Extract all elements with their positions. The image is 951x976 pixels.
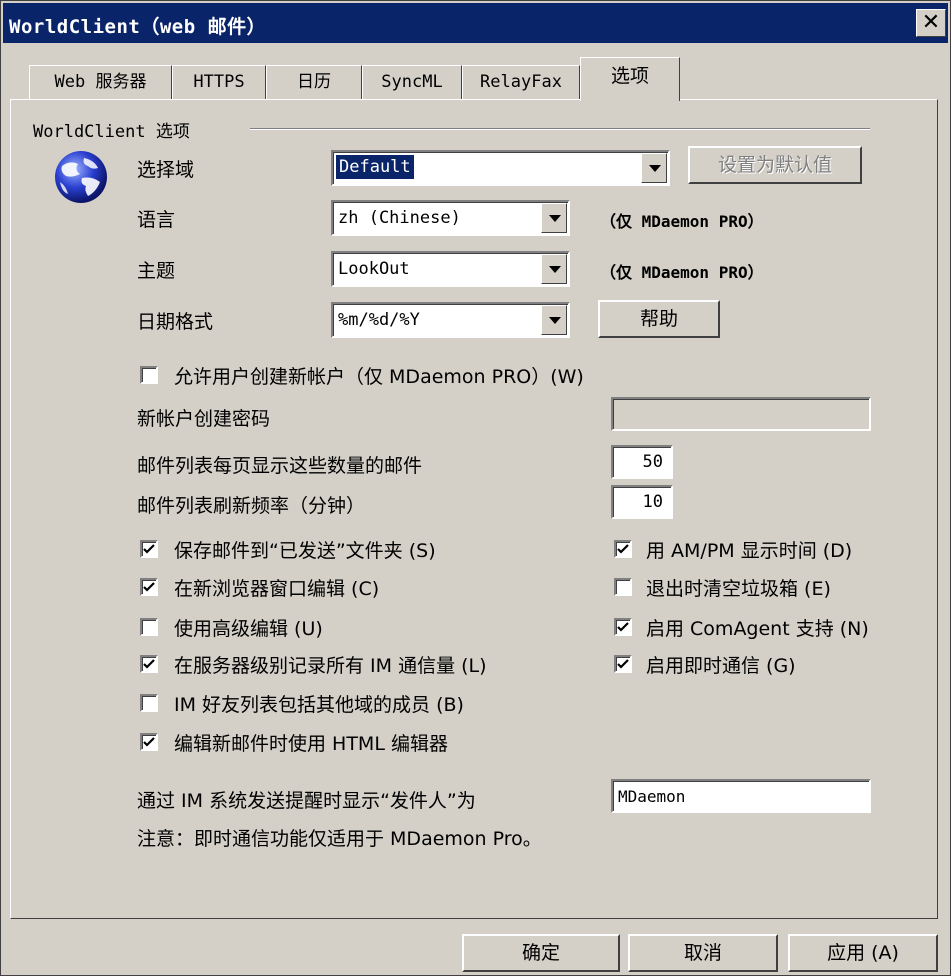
domain-dropdown-arrow-icon[interactable] [641, 153, 667, 183]
right-checkbox-label-1: 退出时清空垃圾箱 (E) [646, 578, 831, 600]
tab-web-server[interactable]: Web 服务器 [29, 65, 172, 99]
left-checkbox-label-1: 在新浏览器窗口编辑 (C) [174, 578, 380, 600]
domain-select[interactable]: Default [331, 150, 670, 186]
left-checkbox-0[interactable] [140, 540, 158, 558]
group-divider [250, 128, 870, 130]
theme-select[interactable]: LookOut [331, 251, 570, 287]
left-checkbox-4[interactable] [140, 694, 158, 712]
domain-label: 选择域 [137, 159, 195, 181]
right-checkbox-3[interactable] [614, 655, 632, 673]
left-checkbox-label-0: 保存邮件到“已发送”文件夹 (S) [174, 540, 436, 562]
ok-button[interactable]: 确定 [462, 934, 620, 972]
tab-syncml[interactable]: SyncML [362, 65, 462, 99]
apply-button[interactable]: 应用 (A) [788, 934, 938, 972]
left-checkbox-3[interactable] [140, 655, 158, 673]
domain-value: Default [335, 154, 415, 180]
language-value: zh (Chinese) [338, 208, 461, 228]
group-label: WorldClient 选项 [33, 117, 196, 142]
allow-create-checkbox[interactable] [140, 366, 158, 384]
theme-value: LookOut [338, 259, 410, 279]
checkmark-icon [617, 622, 629, 632]
tab-relayfax[interactable]: RelayFax [462, 65, 580, 99]
language-note: （仅 MDaemon PRO） [600, 212, 764, 231]
per-page-input[interactable]: 50 [611, 445, 673, 479]
checkmark-icon [617, 659, 629, 669]
tab-calendar[interactable]: 日历 [266, 65, 362, 99]
set-default-button[interactable]: 设置为默认值 [688, 146, 862, 184]
left-checkbox-label-3: 在服务器级别记录所有 IM 通信量 (L) [174, 655, 487, 677]
right-checkbox-label-2: 启用 ComAgent 支持 (N) [646, 618, 869, 640]
im-from-value: MDaemon [618, 787, 686, 806]
right-checkbox-label-0: 用 AM/PM 显示时间 (D) [646, 540, 853, 562]
checkmark-icon [143, 582, 155, 592]
language-label: 语言 [137, 209, 176, 231]
date-format-dropdown-arrow-icon[interactable] [541, 305, 567, 335]
left-checkbox-5[interactable] [140, 733, 158, 751]
theme-label: 主题 [137, 260, 176, 282]
language-dropdown-arrow-icon[interactable] [541, 203, 567, 233]
left-checkbox-label-5: 编辑新邮件时使用 HTML 编辑器 [174, 733, 448, 755]
theme-dropdown-arrow-icon[interactable] [541, 254, 567, 284]
checkmark-icon [143, 659, 155, 669]
right-checkbox-1[interactable] [614, 578, 632, 596]
language-select[interactable]: zh (Chinese) [331, 200, 570, 236]
checkmark-icon [143, 544, 155, 554]
close-button[interactable]: ✕ [916, 9, 946, 37]
tab-https[interactable]: HTTPS [172, 65, 266, 99]
allow-create-label: 允许用户创建新帐户（仅 MDaemon PRO）(W) [174, 366, 584, 388]
left-checkbox-2[interactable] [140, 618, 158, 636]
window-title: WorldClient（web 邮件） [9, 16, 267, 38]
title-bar[interactable]: WorldClient（web 邮件） ✕ [3, 3, 948, 43]
date-format-value: %m/%d/%Y [338, 310, 420, 330]
refresh-label: 邮件列表刷新频率（分钟） [137, 495, 366, 517]
refresh-value: 10 [642, 492, 663, 512]
tab-strip: Web 服务器 HTTPS 日历 SyncML RelayFax 选项 [0, 55, 951, 101]
date-format-label: 日期格式 [137, 311, 214, 333]
pro-note: 注意：即时通信功能仅适用于 MDaemon Pro。 [137, 828, 542, 850]
checkmark-icon [143, 737, 155, 747]
tab-options[interactable]: 选项 [580, 57, 680, 101]
left-checkbox-label-2: 使用高级编辑 (U) [174, 618, 323, 640]
right-checkbox-label-3: 启用即时通信 (G) [646, 655, 796, 677]
per-page-label: 邮件列表每页显示这些数量的邮件 [137, 455, 423, 477]
im-from-label: 通过 IM 系统发送提醒时显示“发件人”为 [137, 790, 476, 812]
globe-icon [55, 151, 107, 203]
new-account-password-label: 新帐户创建密码 [137, 408, 271, 430]
date-format-select[interactable]: %m/%d/%Y [331, 302, 570, 338]
theme-note: （仅 MDaemon PRO） [600, 263, 764, 282]
left-checkbox-1[interactable] [140, 578, 158, 596]
left-checkbox-label-4: IM 好友列表包括其他域的成员 (B) [174, 694, 464, 716]
per-page-value: 50 [642, 452, 663, 472]
cancel-button[interactable]: 取消 [628, 934, 778, 972]
im-from-input[interactable]: MDaemon [611, 779, 871, 813]
checkmark-icon [617, 544, 629, 554]
help-button[interactable]: 帮助 [598, 300, 720, 338]
refresh-input[interactable]: 10 [611, 485, 673, 519]
right-checkbox-0[interactable] [614, 540, 632, 558]
right-checkbox-2[interactable] [614, 618, 632, 636]
new-account-password-input[interactable] [611, 397, 871, 431]
